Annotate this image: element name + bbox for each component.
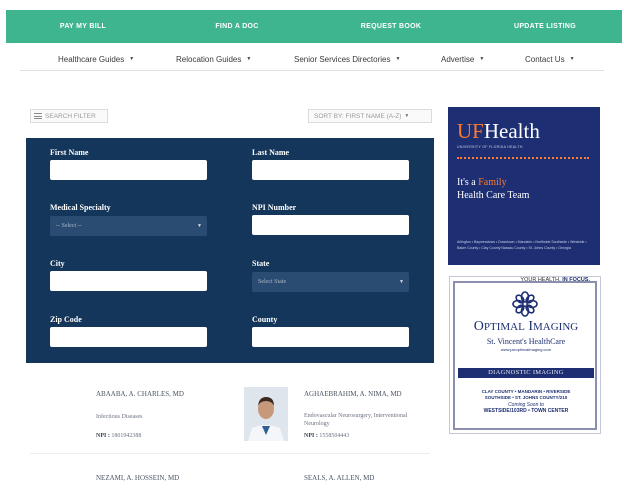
last-name-label: Last Name <box>252 148 290 157</box>
optimal-areas: CLAY COUNTY • MANDARIN • RIVERSIDE SOUTHS… <box>481 389 571 400</box>
doctor-name[interactable]: NEZAMI, A. HOSSEIN, MD <box>96 474 179 483</box>
search-filters-label: SEARCH FILTER <box>45 112 96 120</box>
specialty-select[interactable]: -- Select -- ▼ <box>50 216 207 236</box>
top-utility-bar: PAY MY BILL FIND A DOC REQUEST BOOK UPDA… <box>6 10 622 43</box>
zip-code-field[interactable] <box>50 327 207 347</box>
optimal-imaging-name: OPTIMAL IMAGING <box>473 319 579 334</box>
listing-divider <box>30 453 430 454</box>
caret-down-icon: ▼ <box>479 56 485 62</box>
npi-number-field[interactable] <box>252 215 409 235</box>
caret-down-icon: ▼ <box>129 56 135 62</box>
uf-health-logo: UFHealth <box>457 119 540 143</box>
sort-by-select[interactable]: SORT BY: FIRST NAME (A-Z) ▼ <box>308 109 432 123</box>
caret-down-icon: ▼ <box>399 279 404 285</box>
nav-label: Senior Services Directories <box>294 54 391 64</box>
pay-my-bill-link[interactable]: PAY MY BILL <box>6 23 160 30</box>
caret-down-icon: ▼ <box>569 56 575 62</box>
find-a-doc-link[interactable]: FIND A DOC <box>160 23 314 30</box>
coming-locations: WESTSIDE/103RD • TOWN CENTER <box>483 408 569 414</box>
doctor-portrait-image <box>244 387 288 441</box>
nav-relocation-guides[interactable]: Relocation Guides ▼ <box>176 55 251 64</box>
doctor-specialty: Endovascular Neurosurgery, Interventiona… <box>304 413 408 427</box>
state-select[interactable]: Select State ▼ <box>252 272 409 292</box>
nav-senior-services[interactable]: Senior Services Directories ▼ <box>294 55 400 64</box>
main-nav: Healthcare Guides ▼ Relocation Guides ▼ Se… <box>0 48 624 70</box>
caret-down-icon: ▼ <box>395 56 401 62</box>
doctor-specialty: Infectious Diseases <box>96 414 143 420</box>
state-label: State <box>252 259 270 268</box>
optimal-website: www.jaxoptimalimaging.com <box>500 347 552 352</box>
optimal-imaging-ad[interactable]: YOUR HEALTH. IN FOCUS. OPTIMAL IMAGING S… <box>449 276 601 434</box>
sort-by-label: SORT BY: FIRST NAME (A-Z) <box>314 112 402 120</box>
specialty-value: -- Select -- <box>56 223 82 229</box>
first-name-label: First Name <box>50 148 89 157</box>
doctor-search-form: First Name Last Name Medical Specialty -… <box>26 138 434 363</box>
caret-down-icon: ▼ <box>197 223 202 229</box>
nav-label: Relocation Guides <box>176 54 242 64</box>
ad-header: YOUR HEALTH. IN FOCUS. <box>520 277 590 283</box>
optimal-subtitle: St. Vincent's HealthCare <box>486 337 566 346</box>
doctor-npi: NPI : 1558504443 <box>304 433 350 439</box>
county-field[interactable] <box>252 327 409 347</box>
county-label: County <box>252 315 278 324</box>
state-value: Select State <box>258 279 287 285</box>
search-filters-button[interactable]: SEARCH FILTER <box>30 109 108 123</box>
city-label: City <box>50 259 65 268</box>
nav-advertise[interactable]: Advertise ▼ <box>441 55 484 64</box>
caret-down-icon: ▼ <box>404 113 410 119</box>
uf-locations: Arlington • Baymeadows • Downtown • Mand… <box>457 240 587 250</box>
menu-icon <box>34 112 42 121</box>
uf-tagline-second: Health Care Team <box>457 190 530 201</box>
dotted-divider <box>457 157 589 159</box>
uf-subtitle: UNIVERSITY OF FLORIDA HEALTH <box>457 145 523 149</box>
first-name-field[interactable] <box>50 160 207 180</box>
nav-healthcare-guides[interactable]: Healthcare Guides ▼ <box>58 55 134 64</box>
uf-tagline: It's a Family <box>457 177 507 188</box>
request-book-link[interactable]: REQUEST BOOK <box>314 23 468 30</box>
nav-label: Advertise <box>441 54 475 64</box>
npi-label: NPI Number <box>252 203 297 212</box>
specialty-label: Medical Specialty <box>50 203 111 212</box>
nav-label: Healthcare Guides <box>58 54 125 64</box>
last-name-field[interactable] <box>252 160 409 180</box>
nav-contact-us[interactable]: Contact Us ▼ <box>525 55 575 64</box>
nav-label: Contact Us <box>525 54 565 64</box>
doctor-name[interactable]: AGHAEBRAHIM, A. NIMA, MD <box>304 390 416 399</box>
caret-down-icon: ▼ <box>246 56 252 62</box>
zip-code-label: Zip Code <box>50 315 82 324</box>
city-field[interactable] <box>50 271 207 291</box>
update-listing-link[interactable]: UPDATE LISTING <box>468 23 622 30</box>
doctor-name[interactable]: SEALS, A. ALLEN, MD <box>304 474 374 483</box>
flower-logo-icon <box>512 291 538 317</box>
nav-divider <box>20 70 604 71</box>
uf-health-ad[interactable]: UFHealth UNIVERSITY OF FLORIDA HEALTH It… <box>448 107 600 265</box>
doctor-npi: NPI : 1801942388 <box>96 433 142 439</box>
doctor-name[interactable]: ABAABA, A. CHARLES, MD <box>96 390 184 399</box>
doctor-photo[interactable] <box>244 387 288 441</box>
diagnostic-banner: DIAGNOSTIC IMAGING <box>458 368 594 378</box>
